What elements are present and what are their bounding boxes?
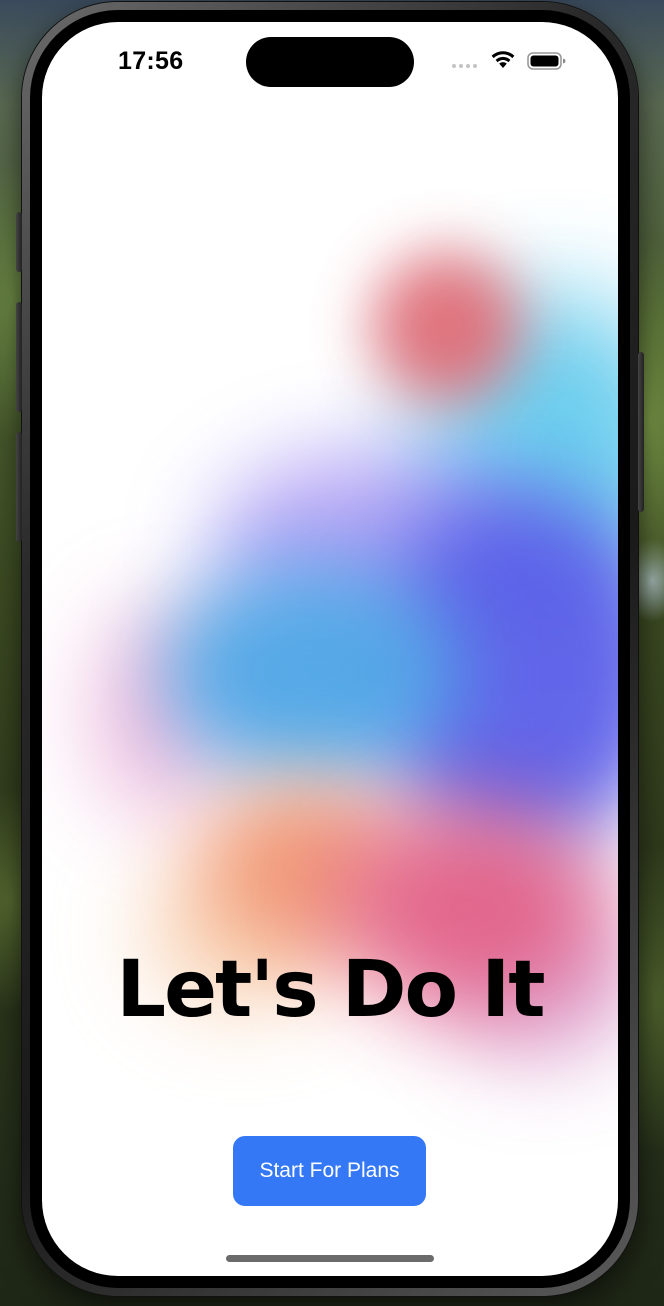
- home-indicator[interactable]: [226, 1255, 434, 1262]
- power-button: [638, 352, 644, 512]
- action-button: [16, 212, 22, 272]
- page-title: Let's Do It: [116, 945, 545, 1035]
- volume-up-button: [16, 302, 22, 412]
- start-for-plans-button[interactable]: Start For Plans: [233, 1136, 426, 1206]
- gradient-blob-red: [372, 252, 522, 402]
- status-bar: 17:56: [42, 22, 618, 102]
- cellular-signal-icon: [452, 64, 482, 70]
- battery-icon: [527, 52, 566, 70]
- gradient-blob-sky: [162, 562, 462, 782]
- wifi-icon: [491, 51, 515, 68]
- status-time: 17:56: [118, 47, 184, 75]
- app-screen: 17:56 Let's Do It Start For Plans: [42, 22, 618, 1276]
- dynamic-island: [246, 37, 414, 87]
- volume-down-button: [16, 432, 22, 542]
